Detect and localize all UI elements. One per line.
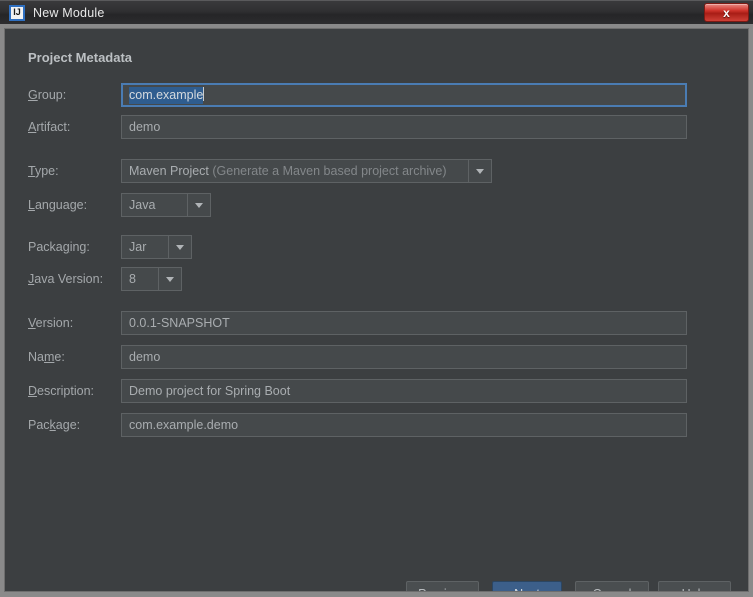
java-version-combo-value: 8 xyxy=(129,272,136,286)
type-combo-hint: (Generate a Maven based project archive) xyxy=(212,164,447,178)
label-package: Package: xyxy=(28,418,81,432)
language-combo-value: Java xyxy=(129,198,156,212)
type-combo[interactable]: Maven Project (Generate a Maven based pr… xyxy=(121,159,492,183)
type-combo-value: Maven Project xyxy=(129,164,209,178)
package-input[interactable]: com.example.demo xyxy=(121,413,687,437)
label-group: Group: xyxy=(28,88,67,102)
type-combo-text: Maven Project (Generate a Maven based pr… xyxy=(122,160,468,182)
next-button-label: Next xyxy=(514,587,540,592)
group-input[interactable]: com.example xyxy=(121,83,687,107)
description-input[interactable]: Demo project for Spring Boot xyxy=(121,379,687,403)
title-bar[interactable]: IJ New Module x xyxy=(0,0,753,24)
chevron-down-icon xyxy=(166,276,174,282)
artifact-input[interactable]: demo xyxy=(121,115,687,139)
dialog-content-panel: Project Metadata Group: com.example Arti… xyxy=(5,29,748,591)
text-caret-icon xyxy=(203,87,205,101)
cancel-button[interactable]: Cancel xyxy=(575,581,649,591)
label-language: Language: xyxy=(28,198,88,212)
window-frame-inner: Project Metadata Group: com.example Arti… xyxy=(4,28,749,592)
label-artifact: Artifact: xyxy=(28,120,71,134)
chevron-down-icon xyxy=(195,202,203,208)
previous-button[interactable]: Previous xyxy=(406,581,479,591)
packaging-combo-arrow[interactable] xyxy=(168,236,191,258)
name-input[interactable]: demo xyxy=(121,345,687,369)
label-version: Version: xyxy=(28,316,74,330)
packaging-combo-value: Jar xyxy=(129,240,147,254)
label-name: Name: xyxy=(28,350,65,364)
intellij-idea-logo-icon: IJ xyxy=(9,4,25,21)
java-version-combo[interactable]: 8 xyxy=(121,267,182,291)
type-combo-arrow[interactable] xyxy=(468,160,491,182)
version-input[interactable]: 0.0.1-SNAPSHOT xyxy=(121,311,687,335)
label-packaging: Packaging: xyxy=(28,240,90,254)
close-icon[interactable]: x xyxy=(704,3,749,22)
next-button[interactable]: Next xyxy=(492,581,562,591)
chevron-down-icon xyxy=(476,168,484,174)
previous-button-label: Previous xyxy=(418,587,467,592)
window-title: New Module xyxy=(33,5,105,20)
group-input-value: com.example xyxy=(129,87,204,104)
java-version-combo-arrow[interactable] xyxy=(158,268,181,290)
window-frame: Project Metadata Group: com.example Arti… xyxy=(0,24,753,597)
new-module-dialog-window: IJ New Module x Project Metadata Group: … xyxy=(0,0,753,597)
label-description: Description: xyxy=(28,384,95,398)
chevron-down-icon xyxy=(176,244,184,250)
language-combo-arrow[interactable] xyxy=(187,194,210,216)
help-button[interactable]: Help xyxy=(658,581,731,591)
label-type: Type: xyxy=(28,164,59,178)
label-java-version: Java Version: xyxy=(28,272,104,286)
language-combo[interactable]: Java xyxy=(121,193,211,217)
page-title: Project Metadata xyxy=(28,50,133,65)
packaging-combo[interactable]: Jar xyxy=(121,235,192,259)
